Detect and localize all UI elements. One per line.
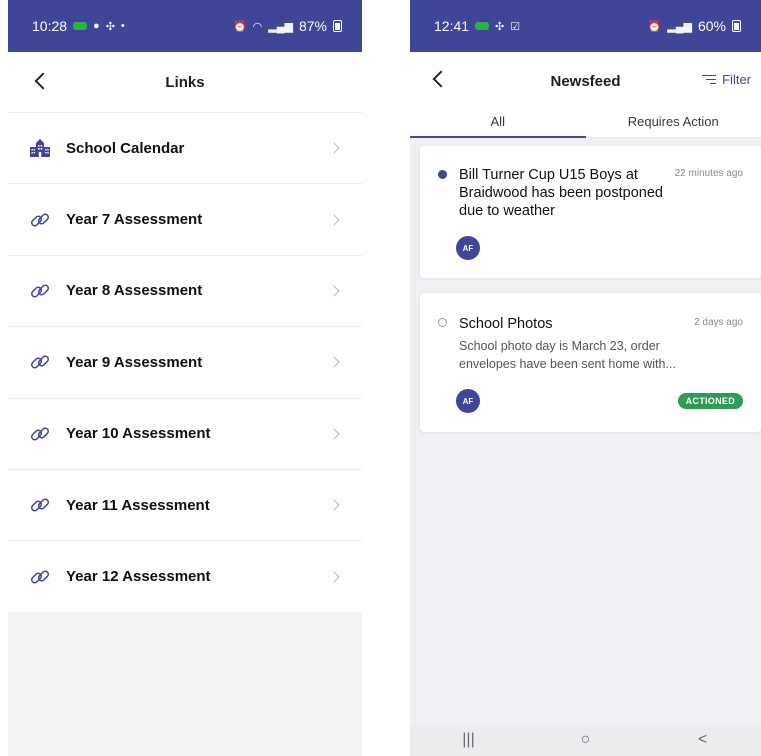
page-title: Newsfeed bbox=[550, 72, 621, 90]
chevron-right-icon bbox=[328, 499, 340, 511]
signal-icon: ▂▄▆ bbox=[667, 20, 692, 33]
alarm-icon: ⏰ bbox=[647, 20, 662, 33]
chevron-right-icon bbox=[328, 213, 340, 226]
post-card[interactable]: School Photos 2 days ago School photo da… bbox=[420, 293, 761, 432]
link-label: School Calendar bbox=[66, 139, 185, 157]
link-year-12-assessment[interactable]: Year 12 Assessment bbox=[8, 541, 362, 613]
links-list: School Calendar Year 7 Assessment Year 8… bbox=[8, 112, 362, 613]
read-indicator-icon bbox=[438, 318, 447, 327]
link-icon bbox=[26, 422, 54, 446]
chevron-right-icon bbox=[328, 356, 340, 369]
signal-icon: ▂▄▆ bbox=[268, 20, 293, 33]
system-back-button[interactable]: < bbox=[683, 731, 723, 749]
newsfeed-tabs: All Requires Action bbox=[410, 110, 761, 138]
school-building-icon bbox=[26, 136, 54, 160]
post-time: 2 days ago bbox=[694, 317, 743, 328]
avatar: AF bbox=[456, 236, 480, 260]
chat-notification-icon bbox=[73, 22, 88, 30]
link-icon bbox=[26, 493, 54, 517]
more-notifications-icon: • bbox=[120, 20, 125, 32]
status-badge: ACTIONED bbox=[677, 393, 743, 409]
back-arrow-icon bbox=[34, 72, 52, 90]
battery-icon bbox=[333, 20, 342, 32]
post-title: School Photos bbox=[459, 316, 553, 332]
back-arrow-icon bbox=[432, 70, 450, 88]
filter-label: Filter bbox=[722, 72, 751, 87]
tab-requires-action[interactable]: Requires Action bbox=[586, 110, 761, 137]
home-button[interactable]: ○ bbox=[566, 731, 606, 749]
empty-area bbox=[8, 612, 362, 756]
chevron-right-icon bbox=[328, 285, 340, 297]
link-icon bbox=[26, 350, 54, 374]
chat-notification-icon bbox=[475, 22, 490, 30]
link-icon bbox=[26, 279, 54, 303]
page-title: Links bbox=[165, 73, 205, 91]
checkbox-notification-icon: ☑ bbox=[510, 20, 521, 33]
link-school-calendar[interactable]: School Calendar bbox=[8, 113, 362, 185]
battery-icon bbox=[732, 20, 741, 32]
link-label: Year 10 Assessment bbox=[66, 425, 211, 443]
links-header: Links bbox=[8, 52, 362, 112]
slack-icon: ✣ bbox=[495, 20, 505, 33]
wifi-icon: ◠ bbox=[252, 20, 263, 33]
chevron-right-icon bbox=[328, 428, 340, 440]
tab-all[interactable]: All bbox=[410, 110, 586, 138]
alarm-icon: ⏰ bbox=[232, 20, 247, 33]
chevron-right-icon bbox=[328, 142, 340, 154]
post-excerpt: School photo day is March 23, order enve… bbox=[459, 339, 676, 371]
battery-percent: 60% bbox=[697, 18, 726, 34]
link-label: Year 8 Assessment bbox=[66, 282, 203, 300]
link-year-9-assessment[interactable]: Year 9 Assessment bbox=[8, 327, 362, 399]
status-bar: 10:28 ● ✣ • ⏰ ◠ ▂▄▆ 87% bbox=[8, 0, 362, 52]
link-icon bbox=[26, 565, 54, 589]
link-label: Year 7 Assessment bbox=[66, 211, 203, 229]
status-time: 10:28 bbox=[32, 18, 68, 34]
link-icon bbox=[26, 208, 54, 232]
link-label: Year 11 Assessment bbox=[66, 496, 210, 514]
battery-percent: 87% bbox=[298, 18, 327, 34]
newsfeed-screen: 12:41 ✣ ☑ ⏰ ▂▄▆ 60% Newsfeed Filter All … bbox=[410, 0, 761, 756]
link-year-7-assessment[interactable]: Year 7 Assessment bbox=[8, 184, 362, 256]
messenger-icon: ● bbox=[93, 20, 100, 32]
link-year-10-assessment[interactable]: Year 10 Assessment bbox=[8, 398, 362, 470]
status-time: 12:41 bbox=[434, 18, 470, 34]
filter-icon bbox=[702, 74, 717, 85]
recent-apps-button[interactable]: ||| bbox=[449, 731, 489, 749]
slack-icon: ✣ bbox=[105, 20, 115, 33]
unread-indicator-icon bbox=[438, 170, 447, 179]
post-time: 22 minutes ago bbox=[674, 168, 743, 179]
post-title: Bill Turner Cup U15 Boys at Braidwood ha… bbox=[459, 167, 663, 219]
post-card[interactable]: Bill Turner Cup U15 Boys at Braidwood ha… bbox=[420, 146, 761, 278]
newsfeed-header: Newsfeed Filter bbox=[410, 52, 761, 110]
link-label: Year 12 Assessment bbox=[66, 568, 211, 586]
avatar: AF bbox=[456, 389, 480, 413]
back-button[interactable] bbox=[424, 64, 454, 94]
back-button[interactable] bbox=[26, 66, 56, 96]
link-year-8-assessment[interactable]: Year 8 Assessment bbox=[8, 255, 362, 328]
links-screen: 10:28 ● ✣ • ⏰ ◠ ▂▄▆ 87% Links School Cal… bbox=[8, 0, 362, 756]
link-year-11-assessment[interactable]: Year 11 Assessment bbox=[8, 469, 362, 542]
chevron-right-icon bbox=[328, 570, 340, 583]
link-label: Year 9 Assessment bbox=[66, 353, 203, 371]
status-bar: 12:41 ✣ ☑ ⏰ ▂▄▆ 60% bbox=[410, 0, 761, 52]
filter-button[interactable]: Filter bbox=[702, 72, 751, 87]
system-nav-bar: ||| ○ < bbox=[410, 724, 761, 756]
